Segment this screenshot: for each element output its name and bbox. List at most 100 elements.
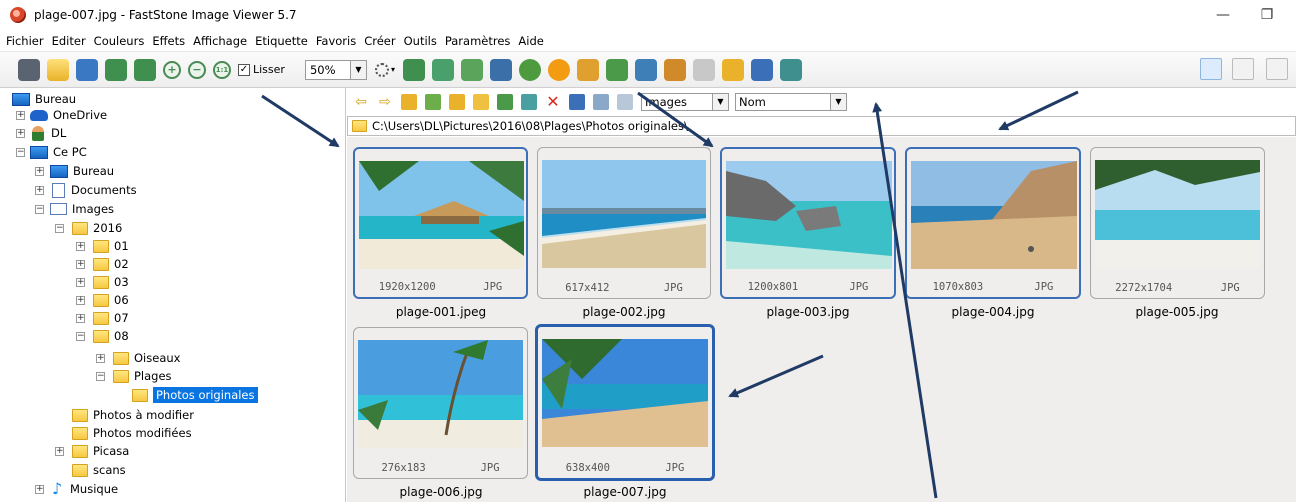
tree-item-photos-originales[interactable]: Photos originales: [132, 386, 258, 404]
layout-thumbnail-icon[interactable]: [1232, 58, 1254, 80]
compare-icon[interactable]: [634, 58, 657, 81]
thumbnail-card[interactable]: 2272x1704 JPG: [1090, 147, 1265, 299]
draw-icon[interactable]: [692, 58, 715, 81]
tree-item-08[interactable]: 08: [93, 327, 129, 345]
menu-etiquette[interactable]: Etiquette: [255, 34, 308, 48]
rotate-right-icon[interactable]: [605, 58, 628, 81]
forward-icon[interactable]: ⇨: [377, 94, 393, 110]
tree-item-06[interactable]: 06: [93, 291, 129, 309]
rotate-left-icon[interactable]: [576, 58, 599, 81]
save-icon[interactable]: [76, 58, 98, 81]
layout-full-icon[interactable]: [1266, 58, 1288, 80]
zoom-in-icon[interactable]: +: [163, 60, 181, 79]
chevron-down-icon[interactable]: ▼: [712, 94, 728, 110]
tree-item-musique[interactable]: ♪ Musique: [52, 480, 118, 498]
layout-browser-icon[interactable]: [1200, 58, 1222, 80]
color-adjust-icon[interactable]: [489, 58, 512, 81]
tree-item-scans[interactable]: scans: [72, 461, 126, 479]
person-icon[interactable]: [518, 58, 541, 81]
expand-icon[interactable]: +: [35, 167, 44, 176]
canvas-icon[interactable]: [460, 58, 483, 81]
crop-icon[interactable]: [402, 58, 425, 81]
chevron-down-icon[interactable]: ▼: [349, 60, 366, 79]
menu-aide[interactable]: Aide: [518, 34, 543, 48]
expand-icon[interactable]: +: [16, 111, 25, 120]
menu-fichier[interactable]: Fichier: [6, 34, 44, 48]
collapse-icon[interactable]: −: [16, 148, 25, 157]
path-bar[interactable]: C:\Users\DL\Pictures\2016\08\Plages\Phot…: [347, 116, 1296, 136]
details-view-icon[interactable]: [617, 94, 633, 110]
menu-affichage[interactable]: Affichage: [193, 34, 247, 48]
actual-size-icon[interactable]: 1:1: [213, 60, 231, 79]
email-icon[interactable]: [721, 58, 744, 81]
expand-icon[interactable]: +: [76, 278, 85, 287]
tree-item-02[interactable]: 02: [93, 255, 129, 273]
selection-ellipse-icon[interactable]: [374, 62, 389, 77]
up-folder-icon[interactable]: [401, 94, 417, 110]
menu-parametres[interactable]: Paramètres: [445, 34, 511, 48]
previous-icon[interactable]: [105, 58, 127, 81]
menu-favoris[interactable]: Favoris: [316, 34, 356, 48]
thumbnail-card[interactable]: 617x412 JPG: [537, 147, 711, 299]
menu-effets[interactable]: Effets: [152, 34, 185, 48]
properties-icon[interactable]: [569, 94, 585, 110]
next-icon[interactable]: [134, 58, 156, 81]
favorite-folder-icon[interactable]: [449, 94, 465, 110]
smooth-checkbox[interactable]: ✓ Lisser: [238, 63, 285, 76]
collapse-icon[interactable]: −: [76, 332, 85, 341]
thumbnail-card[interactable]: 1920x1200 JPG: [353, 147, 528, 299]
tree-item-oiseaux[interactable]: Oiseaux: [113, 349, 180, 367]
expand-icon[interactable]: +: [55, 447, 64, 456]
expand-icon[interactable]: +: [76, 296, 85, 305]
tree-item-2016[interactable]: 2016: [72, 219, 122, 237]
expand-icon[interactable]: +: [96, 354, 105, 363]
acquire-icon[interactable]: [18, 58, 40, 81]
expand-icon[interactable]: +: [76, 242, 85, 251]
print-icon[interactable]: [750, 58, 773, 81]
restore-button[interactable]: ❐: [1252, 4, 1282, 26]
expand-icon[interactable]: +: [35, 186, 44, 195]
smooth-check-icon[interactable]: ✓: [238, 63, 250, 76]
expand-icon[interactable]: +: [76, 314, 85, 323]
minimize-button[interactable]: —: [1208, 4, 1238, 26]
thumbnail-size-icon[interactable]: [593, 94, 609, 110]
tree-item-documents[interactable]: Documents: [50, 181, 137, 199]
thumbnail-card-current[interactable]: 638x400 JPG: [535, 324, 715, 481]
back-icon[interactable]: ⇦: [353, 94, 369, 110]
menu-creer[interactable]: Créer: [364, 34, 395, 48]
batch-icon[interactable]: [779, 58, 802, 81]
copy-to-icon[interactable]: [497, 94, 513, 110]
tree-item-01[interactable]: 01: [93, 237, 129, 255]
menu-editer[interactable]: Editer: [52, 34, 86, 48]
tree-item-desktop-pc[interactable]: Bureau: [50, 162, 114, 180]
tree-item-07[interactable]: 07: [93, 309, 129, 327]
menu-couleurs[interactable]: Couleurs: [94, 34, 145, 48]
collapse-icon[interactable]: −: [55, 224, 64, 233]
tree-item-photos-a-modifier[interactable]: Photos à modifier: [72, 406, 194, 424]
delete-icon[interactable]: ✕: [545, 94, 561, 110]
collapse-icon[interactable]: −: [96, 372, 105, 381]
tree-item-onedrive[interactable]: OneDrive: [30, 106, 107, 124]
effects-icon[interactable]: [547, 58, 570, 81]
expand-icon[interactable]: +: [76, 260, 85, 269]
tree-item-picasa[interactable]: Picasa: [72, 442, 129, 460]
tree-item-03[interactable]: 03: [93, 273, 129, 291]
refresh-folder-icon[interactable]: [425, 94, 441, 110]
tree-item-user[interactable]: DL: [32, 124, 66, 142]
menu-outils[interactable]: Outils: [404, 34, 437, 48]
slideshow-icon[interactable]: [663, 58, 686, 81]
move-to-icon[interactable]: [521, 94, 537, 110]
thumbnail-card[interactable]: 1200x801 JPG: [720, 147, 896, 299]
zoom-out-icon[interactable]: −: [188, 60, 206, 79]
thumbnail-card[interactable]: 276x183 JPG: [353, 327, 528, 479]
sort-select[interactable]: Nom ▼: [735, 93, 847, 111]
resize-icon[interactable]: [431, 58, 454, 81]
tree-item-images[interactable]: Images: [50, 200, 114, 218]
chevron-down-icon[interactable]: ▼: [830, 94, 846, 110]
expand-icon[interactable]: +: [16, 129, 25, 138]
filter-select[interactable]: Images ▼: [641, 93, 729, 111]
expand-icon[interactable]: +: [35, 485, 44, 494]
collapse-icon[interactable]: −: [35, 205, 44, 214]
chevron-down-icon[interactable]: ▾: [391, 65, 395, 74]
thumbnail-card[interactable]: 1070x803 JPG: [905, 147, 1081, 299]
